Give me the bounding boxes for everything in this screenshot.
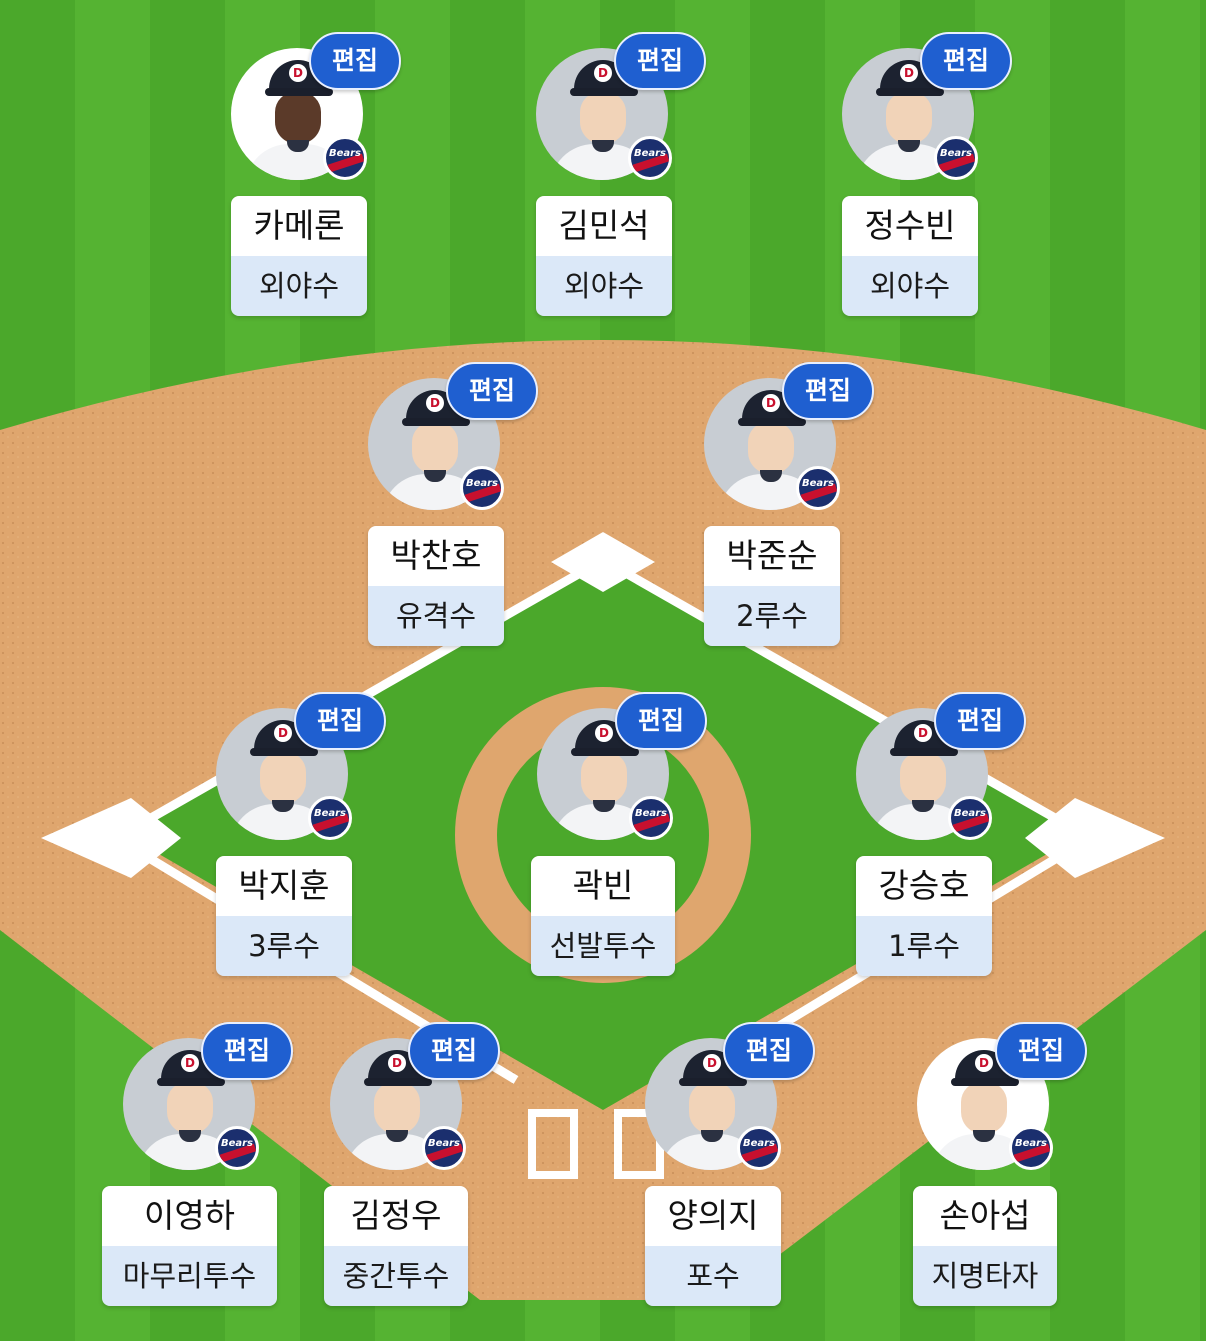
name-card: 이영하 마무리투수: [102, 1186, 277, 1306]
player-name: 박찬호: [368, 526, 504, 586]
edit-button[interactable]: 편집: [294, 692, 386, 750]
bears-logo-icon: Bears: [796, 466, 840, 510]
edit-button[interactable]: 편집: [615, 692, 707, 750]
player-card-yang-euiji[interactable]: D Bears 편집 양의지 포수: [645, 1022, 815, 1338]
edit-button[interactable]: 편집: [309, 32, 401, 90]
player-card-jung-soobin[interactable]: D Bears 편집 정수빈 외야수: [842, 32, 1012, 348]
player-card-park-junsoon[interactable]: D Bears 편집 박준순 2루수: [704, 362, 874, 678]
bears-logo-icon: Bears: [948, 796, 992, 840]
edit-button[interactable]: 편집: [408, 1022, 500, 1080]
player-position: 포수: [645, 1246, 781, 1306]
player-card-son-asub[interactable]: D Bears 편집 손아섭 지명타자: [913, 1022, 1087, 1338]
player-position: 유격수: [368, 586, 504, 646]
player-name: 손아섭: [913, 1186, 1057, 1246]
player-card-kwak-bin[interactable]: D Bears 편집 곽빈 선발투수: [531, 692, 707, 1008]
player-name: 김민석: [536, 196, 672, 256]
player-card-kim-jungwoo[interactable]: D Bears 편집 김정우 중간투수: [324, 1022, 500, 1338]
player-name: 이영하: [102, 1186, 277, 1246]
name-card: 박준순 2루수: [704, 526, 840, 646]
name-card: 손아섭 지명타자: [913, 1186, 1057, 1306]
player-position: 외야수: [536, 256, 672, 316]
player-name: 박준순: [704, 526, 840, 586]
player-card-park-jihoon[interactable]: D Bears 편집 박지훈 3루수: [216, 692, 386, 1008]
name-card: 곽빈 선발투수: [531, 856, 675, 976]
player-position: 1루수: [856, 916, 992, 976]
player-position: 지명타자: [913, 1246, 1057, 1306]
bears-logo-icon: Bears: [422, 1126, 466, 1170]
name-card: 박지훈 3루수: [216, 856, 352, 976]
bears-logo-icon: Bears: [323, 136, 367, 180]
bears-logo-icon: Bears: [629, 796, 673, 840]
bears-logo-icon: Bears: [308, 796, 352, 840]
player-card-park-chanho[interactable]: D Bears 편집 박찬호 유격수: [368, 362, 538, 678]
bears-logo-icon: Bears: [215, 1126, 259, 1170]
player-position: 선발투수: [531, 916, 675, 976]
bears-logo-icon: Bears: [1009, 1126, 1053, 1170]
edit-button[interactable]: 편집: [723, 1022, 815, 1080]
player-position: 외야수: [231, 256, 367, 316]
player-name: 카메론: [231, 196, 367, 256]
name-card: 강승호 1루수: [856, 856, 992, 976]
bears-logo-icon: Bears: [460, 466, 504, 510]
edit-button[interactable]: 편집: [614, 32, 706, 90]
edit-button[interactable]: 편집: [446, 362, 538, 420]
bears-logo-icon: Bears: [934, 136, 978, 180]
name-card: 김정우 중간투수: [324, 1186, 468, 1306]
edit-button[interactable]: 편집: [934, 692, 1026, 750]
player-card-cameron[interactable]: D Bears 편집 카메론 외야수: [231, 32, 401, 348]
edit-button[interactable]: 편집: [201, 1022, 293, 1080]
player-position: 3루수: [216, 916, 352, 976]
name-card: 정수빈 외야수: [842, 196, 978, 316]
player-position: 외야수: [842, 256, 978, 316]
player-name: 박지훈: [216, 856, 352, 916]
name-card: 김민석 외야수: [536, 196, 672, 316]
player-card-kim-minseok[interactable]: D Bears 편집 김민석 외야수: [536, 32, 706, 348]
player-position: 2루수: [704, 586, 840, 646]
player-name: 김정우: [324, 1186, 468, 1246]
player-name: 양의지: [645, 1186, 781, 1246]
player-card-kang-seungho[interactable]: D Bears 편집 강승호 1루수: [856, 692, 1026, 1008]
edit-button[interactable]: 편집: [995, 1022, 1087, 1080]
bears-logo-icon: Bears: [737, 1126, 781, 1170]
player-name: 곽빈: [531, 856, 675, 916]
player-position: 마무리투수: [102, 1246, 277, 1306]
player-position: 중간투수: [324, 1246, 468, 1306]
player-name: 강승호: [856, 856, 992, 916]
bears-logo-icon: Bears: [628, 136, 672, 180]
name-card: 카메론 외야수: [231, 196, 367, 316]
baseball-field: D Bears 편집 카메론 외야수 D Bears 편집 김민석 외야수 D …: [0, 0, 1206, 1341]
edit-button[interactable]: 편집: [782, 362, 874, 420]
player-card-lee-youngha[interactable]: D Bears 편집 이영하 마무리투수: [102, 1022, 293, 1338]
player-name: 정수빈: [842, 196, 978, 256]
name-card: 박찬호 유격수: [368, 526, 504, 646]
name-card: 양의지 포수: [645, 1186, 781, 1306]
edit-button[interactable]: 편집: [920, 32, 1012, 90]
